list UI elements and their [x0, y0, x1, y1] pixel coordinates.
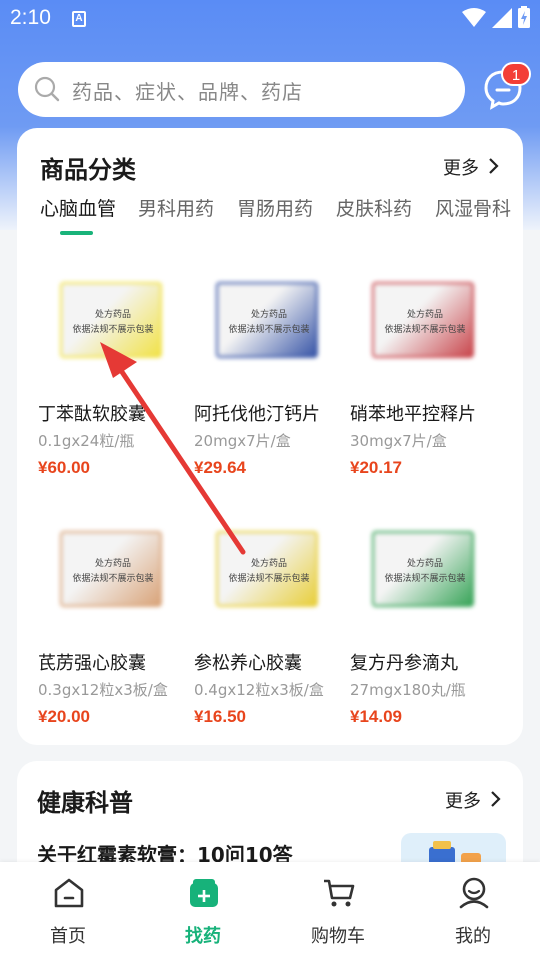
- product-name: 复方丹参滴丸: [350, 653, 458, 674]
- product-spec: 30mgx7片/盒: [350, 432, 447, 450]
- mask-line-1: 处方药品: [406, 310, 443, 320]
- status-bar: 2:10 A: [0, 0, 540, 36]
- product-image: 处方药品 依据法规不展示包装: [38, 260, 178, 380]
- mask-line-2: 依据法规不展示包装: [228, 325, 310, 335]
- mask-line-2: 依据法规不展示包装: [228, 574, 310, 584]
- mask-line-1: 处方药品: [94, 559, 131, 569]
- mask-line-1: 处方药品: [406, 559, 443, 569]
- product-card[interactable]: 处方药品 依据法规不展示包装 丁苯酞软胶囊 0.1gx24粒/瓶 ¥60.00: [38, 260, 188, 490]
- product-image: 处方药品 依据法规不展示包装: [194, 260, 334, 380]
- product-price: ¥16.50: [194, 707, 246, 726]
- product-name: 参松养心胶囊: [194, 653, 302, 674]
- category-title: 商品分类: [40, 156, 136, 184]
- bottom-nav: 首页 找药 购物车 我的: [0, 862, 540, 960]
- mask-line-2: 依据法规不展示包装: [384, 574, 466, 584]
- home-icon: [54, 878, 84, 908]
- product-spec: 0.4gx12粒x3板/盒: [194, 681, 324, 699]
- find-medicine-icon: [190, 879, 218, 907]
- chevron-right-icon: [491, 791, 501, 807]
- product-image: 处方药品 依据法规不展示包装: [38, 509, 178, 629]
- prescription-mask-text: 处方药品 依据法规不展示包装: [350, 308, 500, 338]
- product-name: 硝苯地平控释片: [350, 404, 476, 425]
- chevron-right-icon: [489, 158, 499, 174]
- profile-icon: [459, 877, 489, 909]
- product-price: ¥60.00: [38, 458, 90, 477]
- tab-rheumatology[interactable]: 风湿骨科: [435, 194, 511, 221]
- nav-label-cart: 购物车: [311, 926, 365, 947]
- product-image: 处方药品 依据法规不展示包装: [350, 260, 490, 380]
- status-time: 2:10: [10, 6, 51, 29]
- signal-icon: [492, 8, 512, 28]
- product-spec: 27mgx180丸/瓶: [350, 681, 466, 699]
- category-tabs: 心脑血管 男科用药 胃肠用药 皮肤科药 风湿骨科: [40, 194, 523, 234]
- search-icon: [34, 76, 60, 102]
- product-card[interactable]: 处方药品 依据法规不展示包装 硝苯地平控释片 30mgx7片/盒 ¥20.17: [350, 260, 500, 490]
- tab-cardio[interactable]: 心脑血管: [40, 194, 116, 221]
- product-image: 处方药品 依据法规不展示包装: [350, 509, 490, 629]
- prescription-mask-text: 处方药品 依据法规不展示包装: [194, 308, 344, 338]
- product-card[interactable]: 处方药品 依据法规不展示包装 阿托伐他汀钙片 20mgx7片/盒 ¥29.64: [194, 260, 344, 490]
- product-price: ¥20.00: [38, 707, 90, 726]
- mask-line-2: 依据法规不展示包装: [72, 325, 154, 335]
- mask-line-1: 处方药品: [250, 310, 287, 320]
- prescription-mask-text: 处方药品 依据法规不展示包装: [38, 308, 188, 338]
- nav-label-home: 首页: [50, 926, 86, 947]
- nav-cart[interactable]: 购物车: [288, 862, 388, 960]
- search-input[interactable]: 药品、症状、品牌、药店: [18, 62, 465, 117]
- product-price: ¥14.09: [350, 707, 402, 726]
- product-card[interactable]: 处方药品 依据法规不展示包装 芪苈强心胶囊 0.3gx12粒x3板/盒 ¥20.…: [38, 509, 188, 739]
- notification-a-icon: A: [72, 11, 86, 27]
- nav-find-medicine[interactable]: 找药: [153, 862, 253, 960]
- product-price: ¥29.64: [194, 458, 246, 477]
- tab-andrology[interactable]: 男科用药: [138, 194, 214, 221]
- product-image: 处方药品 依据法规不展示包装: [194, 509, 334, 629]
- product-spec: 20mgx7片/盒: [194, 432, 291, 450]
- mask-line-1: 处方药品: [250, 559, 287, 569]
- active-tab-indicator: [60, 231, 93, 235]
- product-card[interactable]: 处方药品 依据法规不展示包装 复方丹参滴丸 27mgx180丸/瓶 ¥14.09: [350, 509, 500, 739]
- cart-icon: [324, 879, 355, 907]
- nav-label-find-medicine: 找药: [185, 926, 221, 947]
- tab-dermatology[interactable]: 皮肤科药: [336, 194, 412, 221]
- nav-home[interactable]: 首页: [18, 862, 118, 960]
- product-name: 阿托伐他汀钙片: [194, 404, 320, 425]
- product-card[interactable]: 处方药品 依据法规不展示包装 参松养心胶囊 0.4gx12粒x3板/盒 ¥16.…: [194, 509, 344, 739]
- wifi-icon: [462, 8, 486, 27]
- mask-line-1: 处方药品: [94, 310, 131, 320]
- product-name: 芪苈强心胶囊: [38, 653, 146, 674]
- health-more-link[interactable]: 更多: [445, 787, 481, 813]
- message-badge: 1: [501, 62, 531, 86]
- product-price: ¥20.17: [350, 458, 402, 477]
- category-card: 商品分类 更多 心脑血管 男科用药 胃肠用药 皮肤科药 风湿骨科 处方药品 依据…: [17, 128, 523, 745]
- prescription-mask-text: 处方药品 依据法规不展示包装: [194, 557, 344, 587]
- mask-line-2: 依据法规不展示包装: [72, 574, 154, 584]
- prescription-mask-text: 处方药品 依据法规不展示包装: [38, 557, 188, 587]
- product-spec: 0.3gx12粒x3板/盒: [38, 681, 168, 699]
- prescription-mask-text: 处方药品 依据法规不展示包装: [350, 557, 500, 587]
- tab-gastro[interactable]: 胃肠用药: [237, 194, 313, 221]
- category-more-link[interactable]: 更多: [443, 154, 479, 180]
- product-name: 丁苯酞软胶囊: [38, 404, 146, 425]
- nav-label-profile: 我的: [455, 926, 491, 947]
- mask-line-2: 依据法规不展示包装: [384, 325, 466, 335]
- battery-icon: [518, 6, 530, 28]
- health-title: 健康科普: [37, 789, 133, 817]
- product-spec: 0.1gx24粒/瓶: [38, 432, 135, 450]
- search-placeholder: 药品、症状、品牌、药店: [72, 80, 303, 104]
- nav-profile[interactable]: 我的: [423, 862, 523, 960]
